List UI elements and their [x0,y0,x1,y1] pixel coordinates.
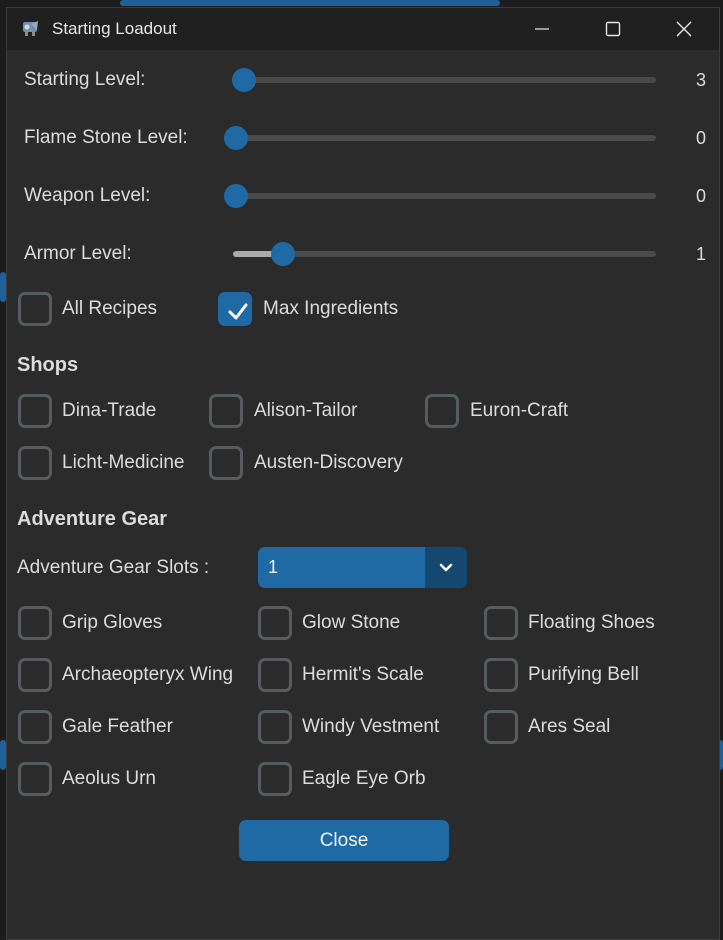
gear-label-gale-feather[interactable]: Gale Feather [62,716,173,738]
gear-label-glow-stone[interactable]: Glow Stone [302,612,400,634]
title-bar[interactable]: Starting Loadout [7,8,719,50]
shops-heading: Shops [17,354,79,376]
chevron-down-icon [439,563,453,572]
weapon-level-label: Weapon Level: [24,185,151,206]
shop-checkbox-alison-tailor[interactable] [209,394,243,428]
slider-track [233,251,656,257]
background-window-edge [120,0,500,6]
gear-label-purifying-bell[interactable]: Purifying Bell [528,664,639,686]
slider-track [236,193,656,199]
gear-slots-value: 1 [268,557,279,577]
gear-label-hermits-scale[interactable]: Hermit's Scale [302,664,424,686]
max-ingredients-checkbox[interactable] [218,292,252,326]
shop-label-euron-craft[interactable]: Euron-Craft [470,400,568,422]
shop-label-alison-tailor[interactable]: Alison-Tailor [254,400,357,422]
gear-label-aeolus-urn[interactable]: Aeolus Urn [62,768,156,790]
close-window-button[interactable] [649,8,719,50]
flame-stone-level-value: 0 [695,128,706,148]
maximize-icon [605,21,621,37]
gear-label-eagle-eye-orb[interactable]: Eagle Eye Orb [302,768,426,790]
checkmark-icon [228,303,248,320]
gear-checkbox-archaeopteryx-wing[interactable] [18,658,52,692]
gear-slots-label: Adventure Gear Slots : [17,557,210,578]
shop-checkbox-dina-trade[interactable] [18,394,52,428]
window-title: Starting Loadout [52,19,177,38]
gear-checkbox-floating-shoes[interactable] [484,606,518,640]
slider-track [233,77,656,83]
gear-checkbox-grip-gloves[interactable] [18,606,52,640]
gear-checkbox-hermits-scale[interactable] [258,658,292,692]
gear-checkbox-aeolus-urn[interactable] [18,762,52,796]
armor-level-value: 1 [695,244,706,264]
maximize-button[interactable] [578,8,648,50]
gear-label-windy-vestment[interactable]: Windy Vestment [302,716,439,738]
gear-label-archaeopteryx-wing[interactable]: Archaeopteryx Wing [62,664,233,686]
gear-checkbox-ares-seal[interactable] [484,710,518,744]
shop-label-austen-discovery[interactable]: Austen-Discovery [254,452,403,474]
slider-handle[interactable] [224,184,248,208]
shop-label-licht-medicine[interactable]: Licht-Medicine [62,452,185,474]
flame-stone-level-label: Flame Stone Level: [24,127,188,148]
close-icon [676,21,692,37]
app-icon [23,21,38,36]
close-button[interactable]: Close [239,820,449,861]
slider-handle[interactable] [232,68,256,92]
gear-label-floating-shoes[interactable]: Floating Shoes [528,612,655,634]
minimize-button[interactable] [507,8,577,50]
starting-level-label: Starting Level: [24,69,146,90]
minimize-icon [535,28,549,30]
flame-stone-level-slider[interactable] [224,126,656,150]
max-ingredients-label[interactable]: Max Ingredients [263,298,398,320]
all-recipes-label[interactable]: All Recipes [62,298,157,320]
gear-checkbox-glow-stone[interactable] [258,606,292,640]
gear-checkbox-purifying-bell[interactable] [484,658,518,692]
slider-handle[interactable] [271,242,295,266]
slider-track [236,135,656,141]
weapon-level-slider[interactable] [224,184,656,208]
gear-checkbox-windy-vestment[interactable] [258,710,292,744]
dropdown-toggle[interactable] [425,547,467,588]
shop-checkbox-austen-discovery[interactable] [209,446,243,480]
gear-checkbox-eagle-eye-orb[interactable] [258,762,292,796]
armor-level-slider[interactable] [233,242,656,266]
gear-label-grip-gloves[interactable]: Grip Gloves [62,612,162,634]
gear-checkbox-gale-feather[interactable] [18,710,52,744]
armor-level-label: Armor Level: [24,243,132,264]
slider-handle[interactable] [224,126,248,150]
all-recipes-checkbox[interactable] [18,292,52,326]
starting-level-slider[interactable] [232,68,656,92]
gear-slots-dropdown[interactable]: 1 [258,547,467,588]
adventure-gear-heading: Adventure Gear [17,508,168,530]
shop-checkbox-euron-craft[interactable] [425,394,459,428]
starting-loadout-window: Starting Loadout Starting Level: 3 Flame… [6,7,720,940]
gear-label-ares-seal[interactable]: Ares Seal [528,716,610,738]
shop-checkbox-licht-medicine[interactable] [18,446,52,480]
shop-label-dina-trade[interactable]: Dina-Trade [62,400,156,422]
weapon-level-value: 0 [695,186,706,206]
starting-level-value: 3 [695,70,706,90]
